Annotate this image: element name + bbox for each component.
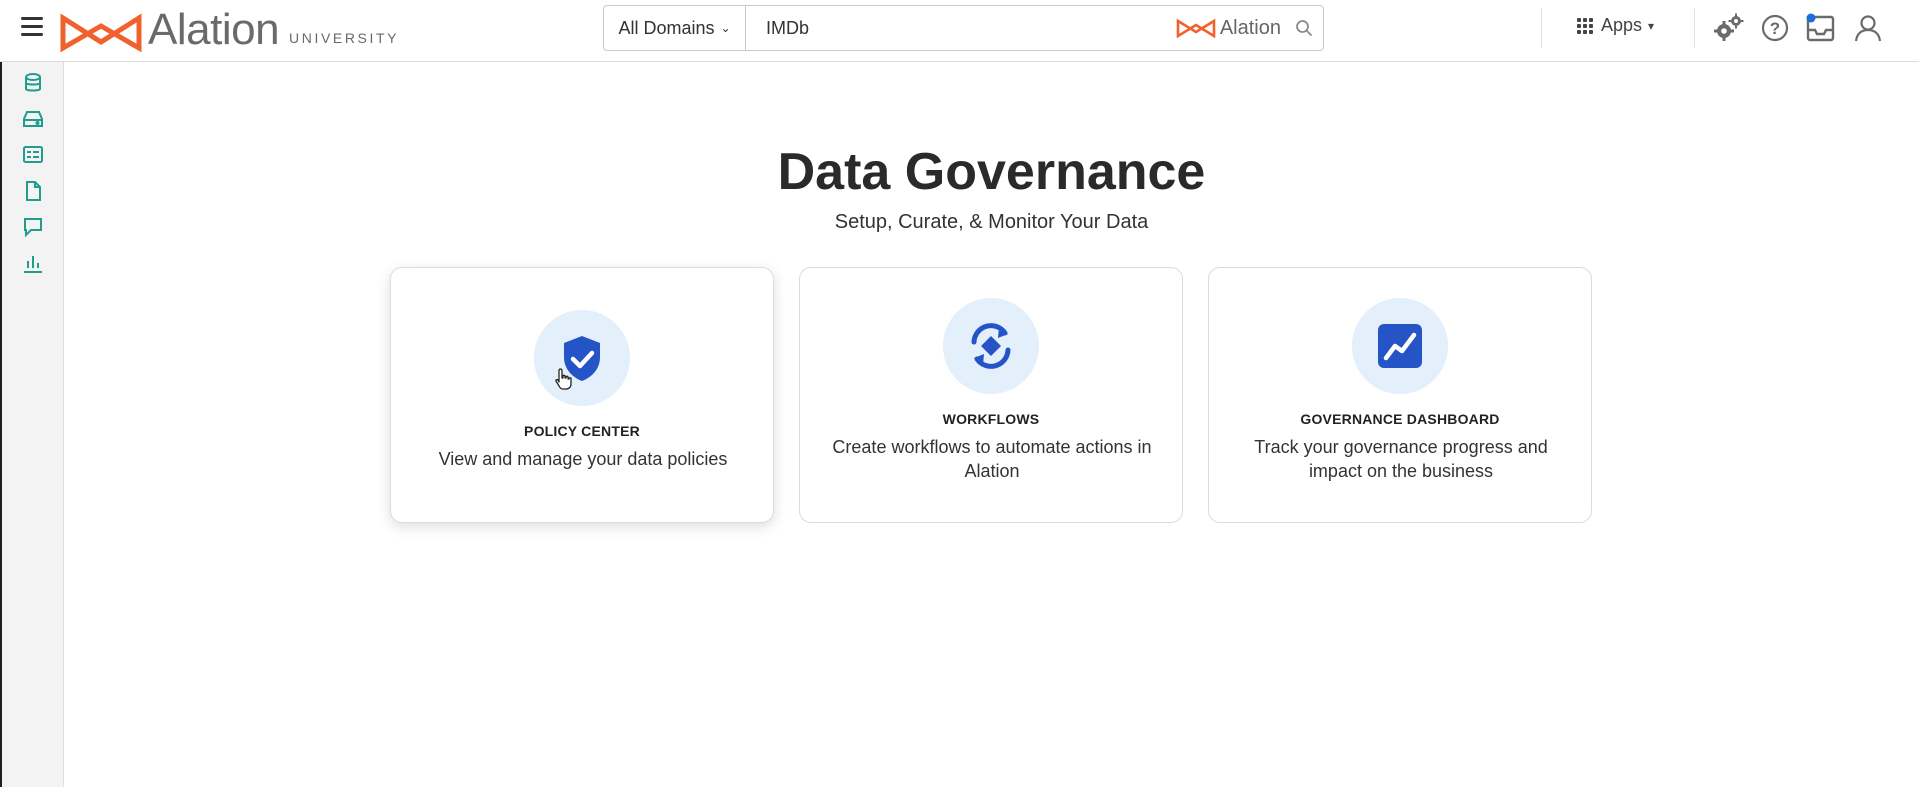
search-input[interactable] — [746, 6, 1176, 50]
alation-university-logo[interactable]: Alation UNIVERSITY — [60, 4, 399, 52]
caret-down-icon: ▾ — [1648, 18, 1655, 33]
search-bar: All Domains ⌄ Alation — [603, 5, 1324, 51]
left-side-rail — [2, 62, 64, 787]
data-source-icon[interactable] — [22, 108, 44, 130]
apps-label: Apps — [1601, 15, 1643, 35]
chevron-down-icon: ⌄ — [720, 21, 731, 35]
domain-selector[interactable]: All Domains ⌄ — [604, 6, 746, 50]
logo-wordmark: Alation — [148, 5, 280, 54]
logo-subtitle: UNIVERSITY — [289, 30, 400, 46]
page-title: Data Governance — [777, 143, 1206, 201]
workflow-sync-icon — [971, 323, 1011, 369]
governance-dashboard-icon-badge — [1352, 298, 1448, 394]
divider — [1541, 8, 1542, 48]
apps-grid-icon — [1577, 17, 1593, 34]
card-description: View and manage your data policies — [438, 449, 728, 469]
domain-selector-label: All Domains — [618, 17, 715, 38]
page-subtitle: Setup, Curate, & Monitor Your Data — [834, 211, 1149, 233]
card-description: Track your governance progress and impac… — [1254, 437, 1548, 481]
help-icon[interactable]: ? — [1759, 12, 1791, 44]
user-profile-icon[interactable] — [1852, 12, 1884, 44]
top-navigation-bar: Alation UNIVERSITY All Domains ⌄ Alation… — [0, 0, 1919, 62]
search-brand-text: Alation — [1219, 16, 1281, 39]
workflows-icon-badge — [943, 298, 1039, 394]
policy-center-card[interactable]: POLICY CENTER View and manage your data … — [390, 267, 774, 523]
card-description: Create workflows to automate actions in … — [832, 437, 1152, 481]
policy-center-icon-badge — [534, 310, 630, 406]
workflows-card[interactable]: WORKFLOWS Create workflows to automate a… — [799, 267, 1183, 523]
database-icon[interactable] — [22, 72, 44, 94]
trend-chart-icon — [1378, 324, 1422, 368]
divider — [1694, 8, 1695, 48]
document-icon[interactable] — [22, 180, 44, 202]
pointer-hand-cursor-icon — [555, 368, 572, 390]
governance-dashboard-card[interactable]: GOVERNANCE DASHBOARD Track your governan… — [1208, 267, 1592, 523]
settings-gears-icon[interactable] — [1713, 12, 1745, 44]
alation-bowtie-icon — [60, 13, 142, 52]
menu-hamburger-icon[interactable] — [21, 17, 43, 37]
svg-text:?: ? — [1770, 19, 1780, 38]
search-icon[interactable] — [1295, 19, 1313, 37]
alation-bowtie-icon — [1176, 18, 1216, 38]
inbox-icon[interactable] — [1805, 12, 1837, 44]
card-title: WORKFLOWS — [942, 411, 1040, 427]
card-title: GOVERNANCE DASHBOARD — [1300, 411, 1500, 427]
search-brand: Alation — [1176, 6, 1323, 50]
card-title: POLICY CENTER — [524, 423, 640, 439]
apps-menu-button[interactable]: Apps ▾ — [1577, 15, 1654, 36]
catalog-card-icon[interactable] — [22, 144, 44, 166]
analytics-chart-icon[interactable] — [22, 252, 44, 274]
conversation-icon[interactable] — [22, 216, 44, 238]
